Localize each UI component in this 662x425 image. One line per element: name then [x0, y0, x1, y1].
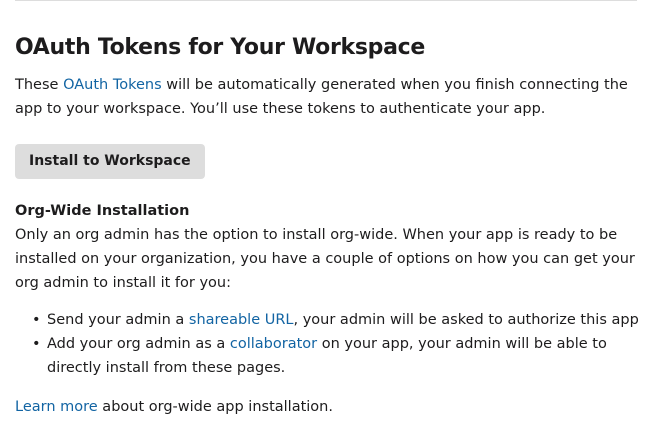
install-to-workspace-button[interactable]: Install to Workspace [15, 144, 205, 179]
learn-more-suffix: about org-wide app installation. [97, 399, 333, 415]
bullet-icon: • [32, 336, 41, 352]
intro-text: These OAuth Tokens will be automatically… [15, 73, 645, 121]
option-prefix: Send your admin a [47, 312, 189, 328]
option-suffix: , your admin will be asked to authorize … [293, 312, 639, 328]
intro-prefix: These [15, 77, 64, 93]
org-wide-title: Org-Wide Installation [15, 203, 190, 219]
oauth-tokens-link[interactable]: OAuth Tokens [63, 77, 162, 93]
list-item: • Add your org admin as a collaborator on… [32, 332, 645, 380]
oauth-section: OAuth Tokens for Your Workspace These OA… [15, 31, 645, 419]
page-title: OAuth Tokens for Your Workspace [15, 35, 426, 60]
collaborator-link[interactable]: collaborator [230, 336, 317, 352]
top-divider [15, 0, 637, 1]
learn-more-link[interactable]: Learn more [15, 399, 98, 415]
list-item: • Send your admin a shareable URL, your a… [32, 308, 645, 332]
learn-more-text: Learn more about org-wide app installati… [15, 395, 645, 419]
install-options-list: • Send your admin a shareable URL, your a… [15, 308, 645, 380]
option-prefix: Add your org admin as a [47, 336, 230, 352]
org-wide-description: Only an org admin has the option to inst… [15, 227, 635, 291]
shareable-url-link[interactable]: shareable URL [189, 312, 294, 328]
bullet-icon: • [32, 312, 41, 328]
